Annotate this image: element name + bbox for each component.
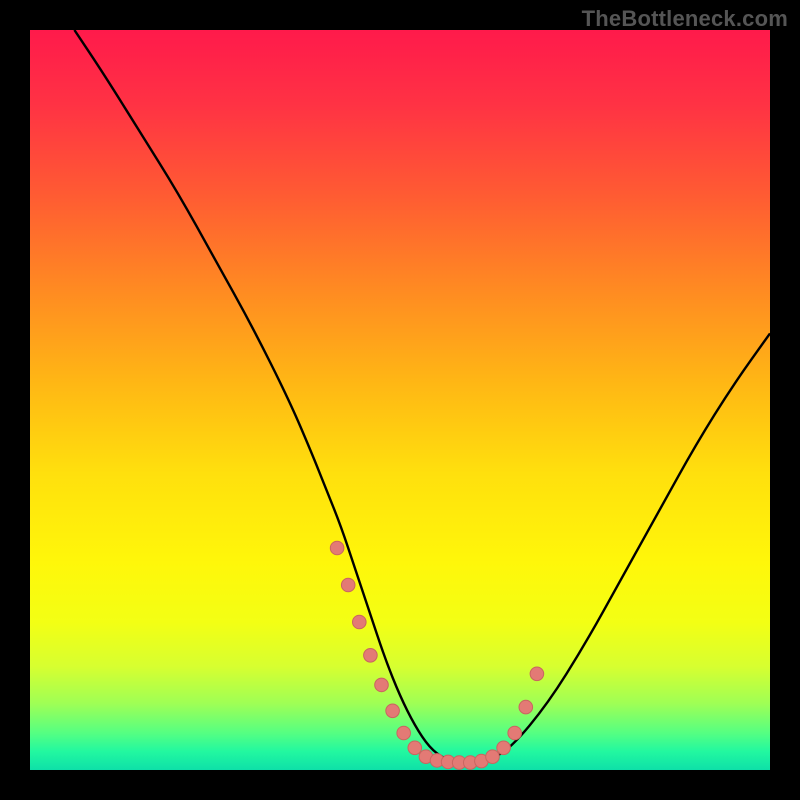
marker-dot xyxy=(408,741,422,755)
marker-dot xyxy=(519,700,533,714)
marker-dot xyxy=(386,704,400,718)
gradient-background xyxy=(30,30,770,770)
plot-svg xyxy=(30,30,770,770)
watermark-text: TheBottleneck.com xyxy=(582,6,788,32)
marker-dot xyxy=(497,741,511,755)
marker-dot xyxy=(375,678,389,692)
plot-area xyxy=(30,30,770,770)
chart-stage: TheBottleneck.com xyxy=(0,0,800,800)
marker-dot xyxy=(486,750,500,764)
marker-dot xyxy=(353,615,367,629)
marker-dot xyxy=(530,667,544,681)
marker-dot xyxy=(397,726,411,740)
marker-dot xyxy=(508,726,522,740)
marker-dot xyxy=(341,578,355,592)
marker-dot xyxy=(330,541,344,555)
marker-dot xyxy=(364,649,378,663)
